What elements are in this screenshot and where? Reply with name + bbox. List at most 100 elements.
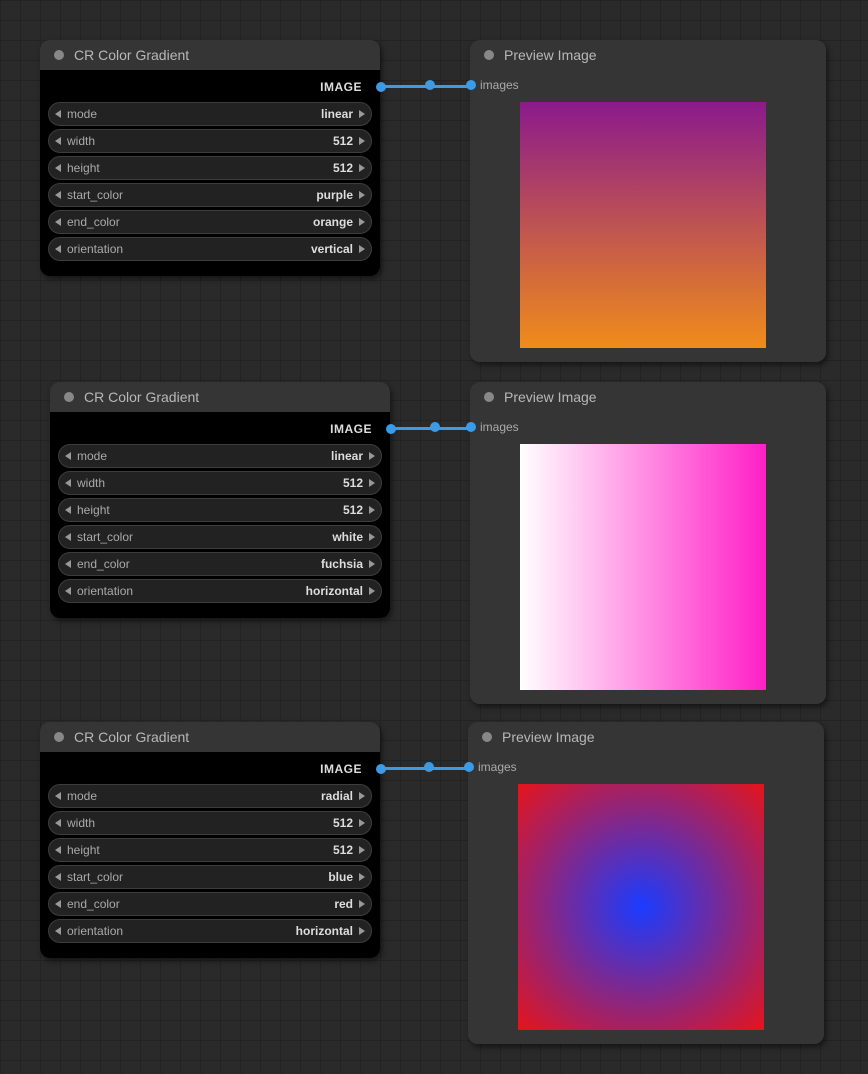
widget-end-color[interactable]: end_color orange	[48, 210, 372, 234]
collapse-dot-icon[interactable]	[64, 392, 74, 402]
chevron-right-icon[interactable]	[359, 819, 365, 827]
widget-end-color[interactable]: end_color red	[48, 892, 372, 916]
widget-width[interactable]: width 512	[48, 129, 372, 153]
widget-start-color[interactable]: start_color purple	[48, 183, 372, 207]
widget-end-color[interactable]: end_color fuchsia	[58, 552, 382, 576]
widget-label: height	[67, 161, 100, 175]
socket-input-icon[interactable]	[464, 762, 474, 772]
widget-orientation[interactable]: orientation vertical	[48, 237, 372, 261]
collapse-dot-icon[interactable]	[484, 392, 494, 402]
chevron-right-icon[interactable]	[369, 560, 375, 568]
chevron-right-icon[interactable]	[359, 137, 365, 145]
node-title: Preview Image	[504, 47, 597, 63]
chevron-right-icon[interactable]	[359, 245, 365, 253]
chevron-right-icon[interactable]	[359, 191, 365, 199]
chevron-left-icon[interactable]	[55, 191, 61, 199]
chevron-right-icon[interactable]	[359, 927, 365, 935]
output-label: IMAGE	[320, 762, 362, 776]
chevron-left-icon[interactable]	[65, 452, 71, 460]
widget-label: start_color	[67, 188, 123, 202]
chevron-left-icon[interactable]	[65, 560, 71, 568]
input-images[interactable]: images	[480, 74, 816, 96]
widget-value: 512	[333, 816, 353, 830]
chevron-right-icon[interactable]	[369, 587, 375, 595]
node-header[interactable]: CR Color Gradient	[40, 722, 380, 752]
socket-input-icon[interactable]	[466, 422, 476, 432]
widget-orientation[interactable]: orientation horizontal	[58, 579, 382, 603]
chevron-left-icon[interactable]	[55, 873, 61, 881]
widget-start-color[interactable]: start_color blue	[48, 865, 372, 889]
chevron-left-icon[interactable]	[55, 137, 61, 145]
preview-image	[518, 784, 764, 1030]
collapse-dot-icon[interactable]	[54, 50, 64, 60]
output-image[interactable]: IMAGE	[48, 76, 372, 98]
input-images[interactable]: images	[480, 416, 816, 438]
chevron-left-icon[interactable]	[65, 533, 71, 541]
input-label: images	[478, 760, 517, 774]
widget-value: purple	[316, 188, 353, 202]
chevron-right-icon[interactable]	[359, 900, 365, 908]
widget-height[interactable]: height 512	[48, 156, 372, 180]
link-midpoint-icon	[425, 80, 435, 90]
chevron-right-icon[interactable]	[359, 218, 365, 226]
widget-mode[interactable]: mode linear	[48, 102, 372, 126]
chevron-right-icon[interactable]	[359, 110, 365, 118]
widget-width[interactable]: width 512	[48, 811, 372, 835]
input-images[interactable]: images	[478, 756, 814, 778]
chevron-left-icon[interactable]	[55, 245, 61, 253]
widget-value: orange	[313, 215, 353, 229]
widget-start-color[interactable]: start_color white	[58, 525, 382, 549]
output-image[interactable]: IMAGE	[48, 758, 372, 780]
chevron-left-icon[interactable]	[55, 846, 61, 854]
chevron-left-icon[interactable]	[55, 218, 61, 226]
chevron-right-icon[interactable]	[359, 846, 365, 854]
link-midpoint-icon	[430, 422, 440, 432]
collapse-dot-icon[interactable]	[54, 732, 64, 742]
chevron-left-icon[interactable]	[55, 927, 61, 935]
widget-value: 512	[333, 843, 353, 857]
widget-label: end_color	[77, 557, 130, 571]
widget-height[interactable]: height 512	[58, 498, 382, 522]
chevron-left-icon[interactable]	[55, 900, 61, 908]
chevron-left-icon[interactable]	[65, 506, 71, 514]
preview-image-node[interactable]: Preview Image images	[470, 40, 826, 362]
chevron-left-icon[interactable]	[55, 164, 61, 172]
chevron-right-icon[interactable]	[369, 533, 375, 541]
widget-mode[interactable]: mode linear	[58, 444, 382, 468]
chevron-left-icon[interactable]	[65, 587, 71, 595]
chevron-right-icon[interactable]	[369, 479, 375, 487]
output-image[interactable]: IMAGE	[58, 418, 382, 440]
node-header[interactable]: Preview Image	[470, 382, 826, 412]
node-body: IMAGE mode linear width 512 height 512 s…	[50, 412, 390, 618]
cr-color-gradient-node[interactable]: CR Color Gradient IMAGE mode linear widt…	[40, 40, 380, 276]
chevron-left-icon[interactable]	[55, 819, 61, 827]
widget-mode[interactable]: mode radial	[48, 784, 372, 808]
node-body: IMAGE mode radial width 512 height 512 s…	[40, 752, 380, 958]
chevron-left-icon[interactable]	[55, 792, 61, 800]
output-label: IMAGE	[330, 422, 372, 436]
chevron-right-icon[interactable]	[369, 506, 375, 514]
node-header[interactable]: Preview Image	[470, 40, 826, 70]
preview-image-node[interactable]: Preview Image images	[468, 722, 824, 1044]
cr-color-gradient-node[interactable]: CR Color Gradient IMAGE mode linear widt…	[50, 382, 390, 618]
node-header[interactable]: CR Color Gradient	[40, 40, 380, 70]
chevron-right-icon[interactable]	[369, 452, 375, 460]
widget-height[interactable]: height 512	[48, 838, 372, 862]
chevron-right-icon[interactable]	[359, 792, 365, 800]
chevron-right-icon[interactable]	[359, 164, 365, 172]
widget-width[interactable]: width 512	[58, 471, 382, 495]
collapse-dot-icon[interactable]	[484, 50, 494, 60]
preview-image-node[interactable]: Preview Image images	[470, 382, 826, 704]
chevron-left-icon[interactable]	[65, 479, 71, 487]
widget-orientation[interactable]: orientation horizontal	[48, 919, 372, 943]
node-title: Preview Image	[502, 729, 595, 745]
socket-input-icon[interactable]	[466, 80, 476, 90]
chevron-left-icon[interactable]	[55, 110, 61, 118]
node-header[interactable]: CR Color Gradient	[50, 382, 390, 412]
cr-color-gradient-node[interactable]: CR Color Gradient IMAGE mode radial widt…	[40, 722, 380, 958]
chevron-right-icon[interactable]	[359, 873, 365, 881]
widget-value: horizontal	[296, 924, 353, 938]
widget-value: red	[334, 897, 353, 911]
node-header[interactable]: Preview Image	[468, 722, 824, 752]
collapse-dot-icon[interactable]	[482, 732, 492, 742]
